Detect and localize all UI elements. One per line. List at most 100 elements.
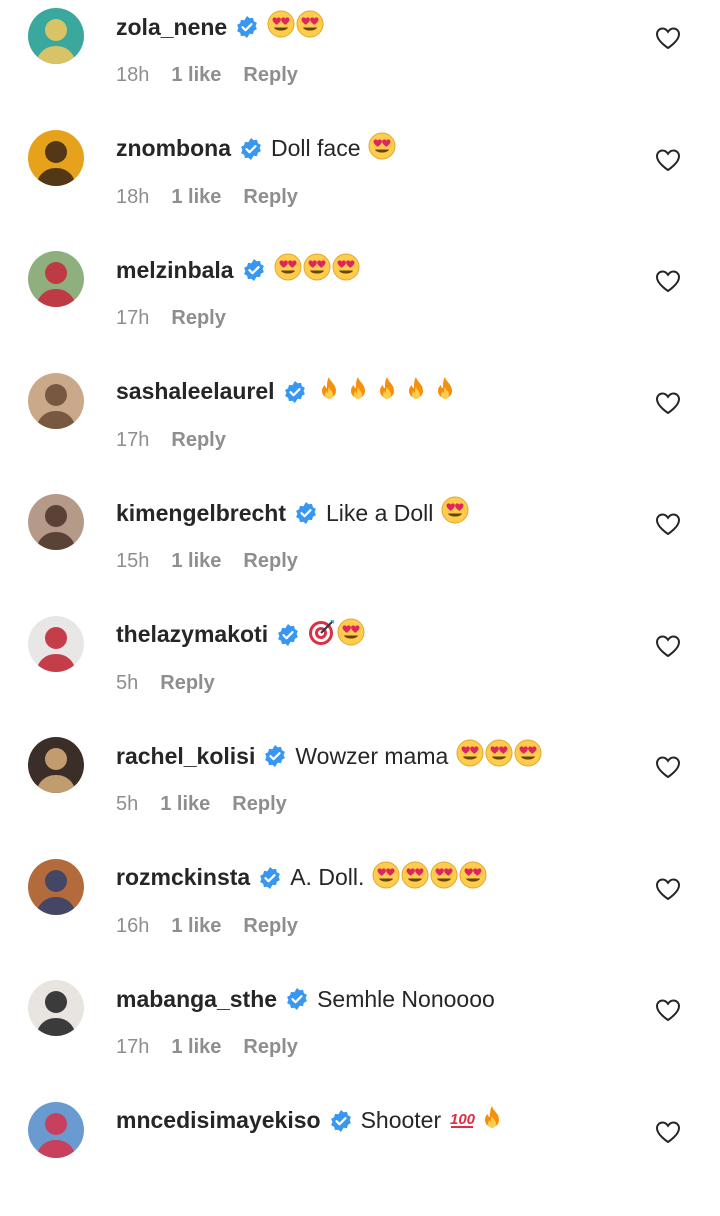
like-heart-icon[interactable] [655,634,681,658]
comment-meta: 18h 1 like Reply [116,186,298,209]
comment-time: 18h [116,185,150,208]
like-heart-icon[interactable] [655,148,681,172]
reply-button[interactable]: Reply [243,64,297,87]
username[interactable]: thelazymakoti [116,621,268,648]
comment-emoji [368,132,397,166]
target-emoji-icon [308,618,337,652]
comment-emoji [441,496,470,530]
verified-badge-icon [276,623,300,647]
username[interactable]: sashaleelaurel [116,378,275,405]
svg-text:100: 100 [450,1111,476,1128]
like-count[interactable]: 1 like [171,915,221,938]
reply-button[interactable]: Reply [232,793,286,816]
comment-emoji: 100 [449,1104,507,1138]
like-heart-icon[interactable] [655,269,681,293]
comment-meta: 15h 1 like Reply [116,550,298,573]
username[interactable]: rachel_kolisi [116,743,255,770]
comment-time: 15h [116,550,150,572]
comment-item: thelazymakoti 5h Reply [0,608,720,730]
reply-button[interactable]: Reply [243,1036,297,1059]
heart-eyes-emoji-icon [368,132,397,166]
username[interactable]: znombona [116,135,231,162]
like-count[interactable]: 1 like [171,1036,221,1059]
username[interactable]: rozmckinsta [116,864,250,891]
avatar[interactable] [28,129,84,186]
comment-item: zola_nene 18h 1 like Reply [0,0,720,122]
fire-emoji-icon [478,1104,507,1138]
comment-text: Semhle Nonoooo [317,985,495,1012]
username[interactable]: mabanga_sthe [116,986,277,1013]
avatar[interactable] [28,251,84,307]
like-count[interactable]: 1 like [171,64,221,87]
comment-meta: 18h 1 like Reply [116,64,298,87]
comment-meta: 16h 1 like Reply [116,915,298,938]
comment-text: Wowzer mama [295,742,449,769]
comment-text: Doll face [271,135,361,161]
heart-eyes-emoji-icon [267,10,296,44]
like-heart-icon[interactable] [655,755,681,779]
hundred-emoji-icon: 100 [449,1104,478,1138]
verified-badge-icon [285,987,309,1011]
heart-eyes-emoji-icon [514,739,543,773]
heart-eyes-emoji-icon [456,739,485,773]
like-heart-icon[interactable] [655,391,681,415]
like-heart-icon[interactable] [655,1120,681,1144]
verified-badge-icon [329,1109,353,1133]
comment-meta: 5h 1 like Reply [116,793,287,816]
comment-time: 16h [116,914,150,937]
comment-time: 17h [116,428,150,451]
verified-badge-icon [235,15,259,39]
fire-emoji-icon [402,375,431,409]
comment-item: mncedisimayekiso Shooter 100 [0,1094,720,1216]
like-heart-icon[interactable] [655,512,681,536]
avatar[interactable] [28,494,84,550]
like-heart-icon[interactable] [655,877,681,901]
comment-emoji [315,375,460,409]
comment-text: Like a Doll [326,499,434,526]
verified-badge-icon [242,258,266,282]
comment-item: znombona Doll face 18h 1 like Reply [0,122,720,244]
like-count[interactable]: 1 like [160,793,210,816]
comment-text: Shooter [360,1107,442,1133]
avatar[interactable] [28,615,84,672]
avatar[interactable] [28,737,84,793]
reply-button[interactable]: Reply [243,915,297,938]
comment-meta: 5h Reply [116,672,215,695]
username[interactable]: zola_nene [116,14,227,41]
verified-badge-icon [294,501,318,525]
heart-eyes-emoji-icon [459,861,488,895]
comment-item: sashaleelaurel 17h Reply [0,365,720,487]
avatar[interactable] [28,980,84,1036]
reply-button[interactable]: Reply [171,307,225,330]
like-heart-icon[interactable] [655,998,681,1022]
username[interactable]: melzinbala [116,257,234,284]
avatar[interactable] [28,8,84,64]
reply-button[interactable]: Reply [160,672,214,695]
comment-time: 18h [116,64,150,86]
comment-emoji [456,739,543,773]
heart-eyes-emoji-icon [303,253,332,287]
avatar[interactable] [28,858,84,915]
comment-meta: 17h 1 like Reply [116,1036,298,1059]
heart-eyes-emoji-icon [372,861,401,895]
avatar[interactable] [28,1101,84,1158]
comment-time: 17h [116,307,150,329]
like-heart-icon[interactable] [655,26,681,50]
heart-eyes-emoji-icon [441,496,470,530]
reply-button[interactable]: Reply [243,186,297,209]
reply-button[interactable]: Reply [171,429,225,452]
heart-eyes-emoji-icon [430,861,459,895]
avatar[interactable] [28,372,84,429]
username[interactable]: kimengelbrecht [116,500,286,527]
like-count[interactable]: 1 like [171,550,221,573]
reply-button[interactable]: Reply [243,550,297,573]
comment-item: kimengelbrecht Like a Doll 15h 1 like Reply [0,486,720,608]
fire-emoji-icon [373,375,402,409]
verified-badge-icon [239,137,263,161]
comment-item: rozmckinsta A. Doll. 16h 1 like Reply [0,851,720,973]
like-count[interactable]: 1 like [171,186,221,209]
comment-meta: 17h Reply [116,429,226,452]
fire-emoji-icon [315,375,344,409]
comment-emoji [267,10,325,44]
username[interactable]: mncedisimayekiso [116,1107,321,1134]
